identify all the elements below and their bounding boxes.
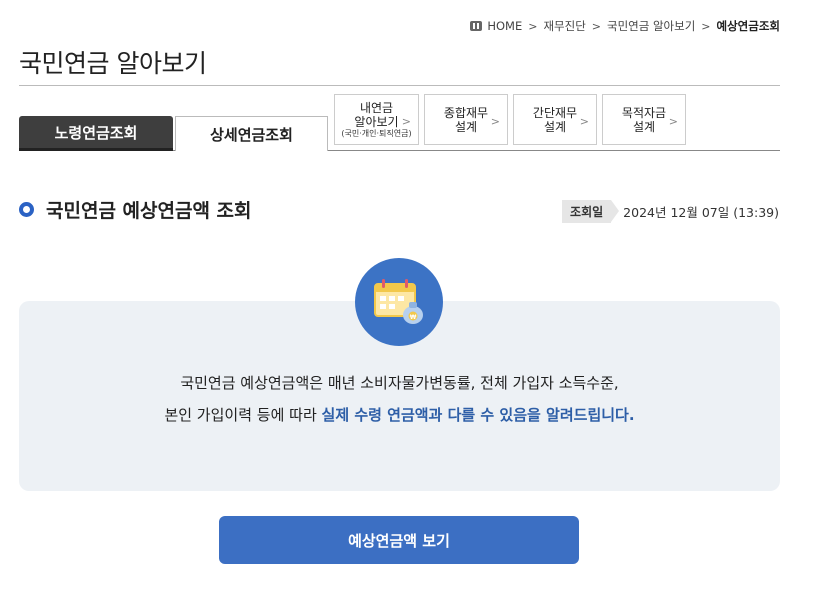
title-divider xyxy=(19,85,780,86)
bullet-circle-icon xyxy=(19,202,34,217)
info-text-plain: 본인 가입이력 등에 따라 xyxy=(164,406,322,424)
chevron-right-icon: > xyxy=(490,115,500,128)
button-label: 목적자금 설계 xyxy=(621,105,667,134)
calendar-money-icon: ₩ xyxy=(355,258,443,346)
info-text-highlight: 실제 수령 연금액과 다를 수 있음을 알려드립니다. xyxy=(321,406,635,424)
button-sublabel: (국민·개인·퇴직연금) xyxy=(341,128,412,138)
home-icon[interactable] xyxy=(470,21,483,31)
coin-mark: ₩ xyxy=(410,314,417,321)
info-text-line1: 국민연금 예상연금액은 매년 소비자물가변동률, 전체 가입자 소득수준, xyxy=(180,374,619,392)
breadcrumb-current: 예상연금조회 xyxy=(716,19,780,33)
breadcrumb-item[interactable]: 국민연금 알아보기 xyxy=(607,18,695,34)
chevron-right-icon: > xyxy=(401,115,411,128)
goal-fund-plan-button[interactable]: 목적자금 설계 > xyxy=(602,94,686,145)
tab-label: 노령연금조회 xyxy=(54,123,138,142)
breadcrumb-item[interactable]: 재무진단 xyxy=(543,18,585,34)
query-date-value: 2024년 12월 07일 (13:39) xyxy=(623,205,779,220)
tab-detailed-pension-inquiry[interactable]: 상세연금조회 xyxy=(175,116,328,151)
chevron-right-icon: > xyxy=(701,19,711,33)
chevron-right-icon: > xyxy=(591,19,601,33)
chevron-right-icon: > xyxy=(579,115,589,128)
view-expected-pension-button[interactable]: 예상연금액 보기 xyxy=(219,516,579,564)
button-label: 내연금 알아보기 xyxy=(354,100,399,129)
comprehensive-plan-button[interactable]: 종합재무 설계 > xyxy=(424,94,508,145)
query-date-label: 조회일 xyxy=(562,200,620,223)
query-date: 조회일 2024년 12월 07일 (13:39) xyxy=(562,200,779,223)
tab-retirement-pension-inquiry[interactable]: 노령연금조회 xyxy=(19,116,173,151)
tab-label: 상세연금조회 xyxy=(210,125,293,144)
breadcrumb-home[interactable]: HOME xyxy=(487,19,522,33)
simple-plan-button[interactable]: 간단재무 설계 > xyxy=(513,94,597,145)
section-title: 국민연금 예상연금액 조회 xyxy=(19,196,252,223)
button-label: 간단재무 설계 xyxy=(532,105,578,134)
button-label: 종합재무 설계 xyxy=(443,105,489,134)
chevron-right-icon: > xyxy=(668,115,678,128)
page-title: 국민연금 알아보기 xyxy=(19,49,207,78)
section-title-text: 국민연금 예상연금액 조회 xyxy=(46,200,252,222)
info-text-line2: 본인 가입이력 등에 따라 실제 수령 연금액과 다를 수 있음을 알려드립니다… xyxy=(19,404,780,425)
chevron-right-icon: > xyxy=(528,19,538,33)
breadcrumb: HOME > 재무진단 > 국민연금 알아보기 > 예상연금조회 xyxy=(470,18,780,34)
my-pension-button[interactable]: 내연금 알아보기 (국민·개인·퇴직연금) > xyxy=(334,94,419,145)
